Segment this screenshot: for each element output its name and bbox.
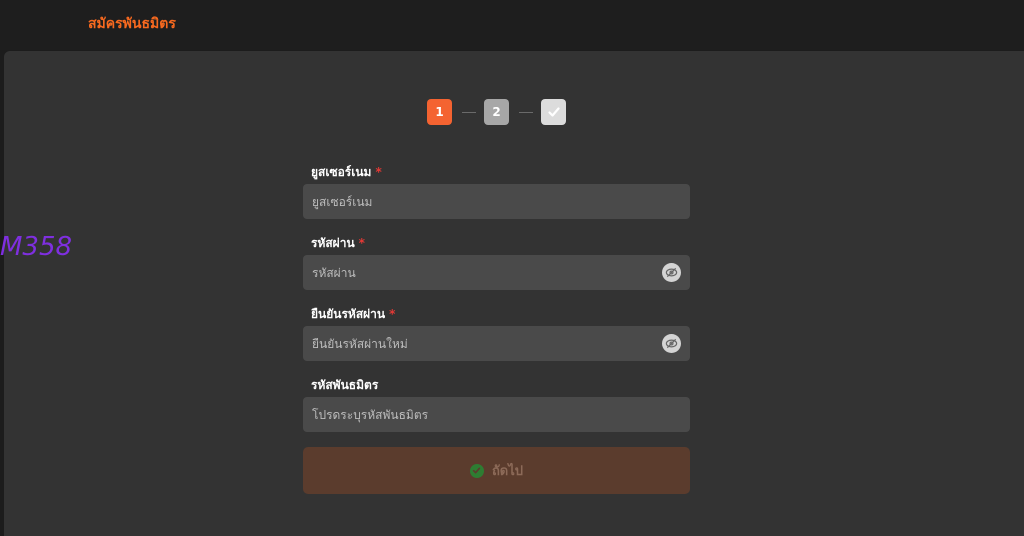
check-icon [547, 107, 560, 117]
password-label-text: รหัสผ่าน [311, 236, 355, 250]
toggle-confirm-password-visibility-button[interactable] [662, 334, 681, 353]
required-marker: * [358, 236, 365, 250]
username-field-wrapper [303, 184, 690, 219]
username-label-text: ยูสเซอร์เนม [311, 165, 372, 179]
check-circle-icon [469, 463, 484, 478]
brand-logo: M358 [0, 232, 73, 262]
eye-off-icon [665, 267, 678, 278]
check-icon [473, 467, 481, 474]
confirm-password-label-text: ยืนยันรหัสผ่าน [311, 307, 386, 321]
confirm-password-label: ยืนยันรหัสผ่าน * [311, 305, 395, 324]
next-button[interactable]: ถัดไป [303, 447, 690, 494]
next-button-label: ถัดไป [491, 463, 524, 478]
password-input[interactable] [303, 255, 690, 290]
toggle-password-visibility-button[interactable] [662, 263, 681, 282]
top-bar: สมัครพันธมิตร [0, 0, 1024, 50]
step-connector [519, 112, 533, 113]
partner-code-field-wrapper [303, 397, 690, 432]
step-connector [462, 112, 476, 113]
step-2-indicator: 2 [484, 99, 509, 125]
eye-off-icon [665, 338, 678, 349]
step-complete-indicator [541, 99, 566, 125]
username-input[interactable] [303, 184, 690, 219]
password-label: รหัสผ่าน * [311, 234, 365, 253]
password-field-wrapper [303, 255, 690, 290]
required-marker: * [375, 165, 382, 179]
username-label: ยูสเซอร์เนม * [311, 163, 382, 182]
step-1-indicator: 1 [427, 99, 452, 125]
required-marker: * [389, 307, 396, 321]
partner-code-label: รหัสพันธมิตร [311, 378, 379, 392]
page-title: สมัครพันธมิตร [88, 16, 176, 32]
confirm-password-input[interactable] [303, 326, 690, 361]
partner-code-input[interactable] [303, 397, 690, 432]
confirm-password-field-wrapper [303, 326, 690, 361]
